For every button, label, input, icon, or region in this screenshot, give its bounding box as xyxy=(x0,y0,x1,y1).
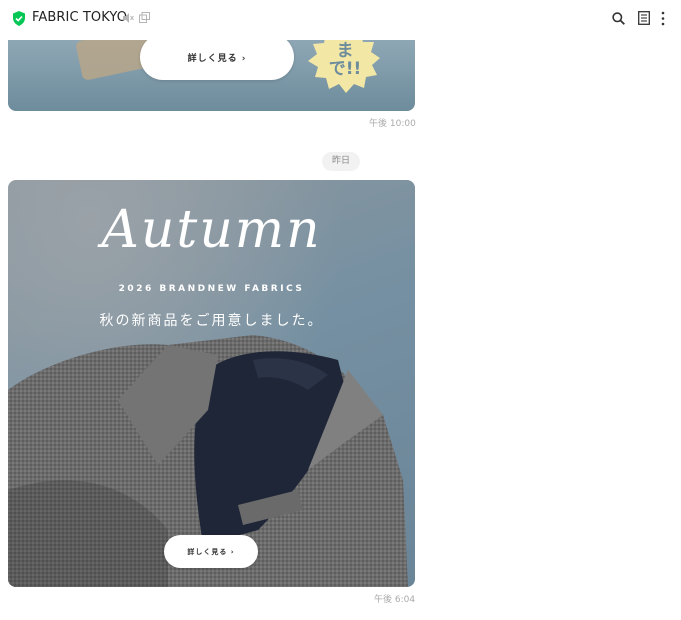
search-icon[interactable] xyxy=(612,12,625,25)
date-separator: 昨日 xyxy=(322,152,360,171)
copy-icon[interactable] xyxy=(139,12,150,23)
banner-headline: Autumn xyxy=(101,200,322,260)
promo-banner-autumn[interactable]: Autumn 2026 BRANDNEW FABRICS 秋の新商品をご用意しま… xyxy=(8,180,415,587)
notes-icon[interactable] xyxy=(638,11,650,25)
banner-caption: 秋の新商品をご用意しました。 xyxy=(99,313,324,329)
details-button-2[interactable]: 詳しく見る › xyxy=(164,535,258,568)
mute-speaker-icon xyxy=(123,13,134,23)
banner-subheadline: 2026 BRANDNEW FABRICS xyxy=(118,284,305,294)
chat-view: 詳しく見る › まで!! 午後 10:00 昨日 Autumn 2026 BRA… xyxy=(0,0,681,620)
details-button-label: 詳しく見る › xyxy=(187,53,247,64)
message-timestamp: 午後 6:04 xyxy=(374,595,416,605)
details-button-1[interactable]: 詳しく見る › xyxy=(140,40,294,80)
more-vertical-icon[interactable] xyxy=(660,11,666,26)
chat-title: FABRIC TOKYO xyxy=(32,10,128,25)
chat-header: FABRIC TOKYO xyxy=(0,0,681,38)
promo-banner-1[interactable]: 詳しく見る › まで!! xyxy=(8,40,415,111)
details-button-label: 詳しく見る › xyxy=(187,547,235,556)
sale-burst-text: まで!! xyxy=(328,41,362,79)
verified-shield-icon xyxy=(13,11,25,26)
message-timestamp: 午後 10:00 xyxy=(369,119,416,129)
